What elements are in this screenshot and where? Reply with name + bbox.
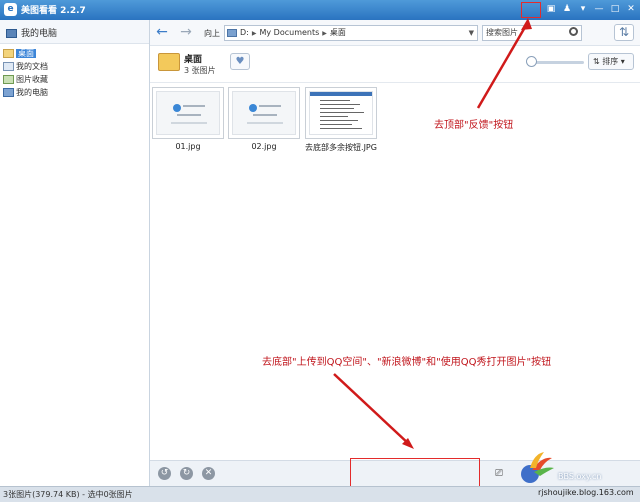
tree-item-label: 图片收藏 xyxy=(16,75,48,84)
text-line xyxy=(320,108,354,109)
watermark-site: BBS.oxy.cn xyxy=(558,472,602,481)
documents-icon xyxy=(3,62,14,71)
path-segment[interactable]: 桌面 xyxy=(330,28,346,37)
image-count: 3 张图片 xyxy=(184,66,216,75)
path-segment[interactable]: D: xyxy=(240,28,249,37)
sort-icon: ⇅ xyxy=(593,57,600,66)
text-line xyxy=(320,116,348,117)
sidebar: 我的电脑 桌面 我的文档 图片收藏 我的电脑 xyxy=(0,20,150,486)
thumbnail-label: 去底部多余按钮.JPG xyxy=(305,143,377,152)
folder-info-bar: 桌面 3 张图片 ♥ ⇅ 排序 ▾ xyxy=(150,47,640,83)
chevron-down-icon[interactable]: ▼ xyxy=(469,26,474,40)
folder-icon xyxy=(3,49,14,58)
tree-item-documents[interactable]: 我的文档 xyxy=(0,60,149,73)
search-input[interactable]: 搜索图片 xyxy=(482,25,582,41)
watermark-blog: rjshoujike.blog.163.com xyxy=(538,488,634,497)
text-line xyxy=(247,122,283,124)
app-logo-icon xyxy=(249,104,257,112)
heart-icon: ♥ xyxy=(235,56,245,67)
skin-button[interactable]: ▣ xyxy=(544,3,558,16)
bottom-annotation-text: 去底部"上传到QQ空间"、"新浪微博"和"使用QQ秀打开图片"按钮 xyxy=(262,357,552,368)
tree-item-pictures[interactable]: 图片收藏 xyxy=(0,73,149,86)
rotate-left-button[interactable]: ↺ xyxy=(158,467,171,480)
watermark-logo xyxy=(521,452,554,483)
text-line xyxy=(320,128,362,129)
thumbnail-label: 01.jpg xyxy=(175,142,201,151)
share-buttons-highlight-box xyxy=(350,458,480,488)
text-line xyxy=(320,120,358,121)
tree-item-label: 桌面 xyxy=(16,49,36,58)
thumbnail-label: 02.jpg xyxy=(251,142,277,151)
maximize-button[interactable]: □ xyxy=(608,3,622,16)
rotate-right-button[interactable]: ↻ xyxy=(180,467,193,480)
pictures-icon xyxy=(3,75,14,84)
text-line xyxy=(320,124,352,125)
path-separator-icon: ▶ xyxy=(251,30,257,37)
thumbnail-area: 01.jpg 02.jpg 去底部多余按钮.JPG xyxy=(150,84,640,460)
thumbnail[interactable] xyxy=(305,87,377,139)
sidebar-header-label: 我的电脑 xyxy=(21,29,58,39)
thumbnail-image xyxy=(309,91,373,135)
title-bar: e 美图看看 2.2.7 ▣ ♟ ▾ — □ ✕ xyxy=(0,0,640,20)
window-title: 美图看看 2.2.7 xyxy=(21,6,86,16)
text-line xyxy=(320,112,364,113)
tree-item-desktop[interactable]: 桌面 xyxy=(0,47,149,60)
tree-item-label: 我的文档 xyxy=(16,62,48,71)
back-button[interactable]: ← xyxy=(154,24,170,40)
thumbnail-image xyxy=(232,91,296,135)
text-line xyxy=(253,114,277,116)
feedback-highlight-box xyxy=(521,2,541,18)
computer-icon xyxy=(3,88,14,97)
window-bar xyxy=(310,92,372,96)
up-button[interactable]: 向上 xyxy=(204,28,220,39)
thumbnail-image xyxy=(156,91,220,135)
folder-tree: 桌面 我的文档 图片收藏 我的电脑 xyxy=(0,44,149,99)
drive-icon xyxy=(227,28,237,37)
app-logo-icon: e xyxy=(4,3,17,16)
search-placeholder: 搜索图片 xyxy=(486,28,518,37)
zoom-slider-handle[interactable] xyxy=(526,56,537,67)
forward-button[interactable]: → xyxy=(178,24,194,40)
shirt-icon[interactable]: ♟ xyxy=(560,3,574,16)
path-segment[interactable]: My Documents xyxy=(259,28,319,37)
text-line xyxy=(183,105,205,107)
sort-label: 排序 xyxy=(602,57,619,66)
sidebar-header[interactable]: 我的电脑 xyxy=(0,20,149,44)
thumbnail[interactable] xyxy=(228,87,300,139)
delete-button[interactable]: ✕ xyxy=(202,467,215,480)
favorite-button[interactable]: ♥ xyxy=(230,53,250,70)
path-bar[interactable]: D: ▶ My Documents ▶ 桌面 ▼ xyxy=(224,25,478,41)
folder-name: 桌面 xyxy=(184,55,203,65)
refresh-button[interactable]: ⇅ xyxy=(614,24,634,41)
path-separator-icon: ▶ xyxy=(322,30,327,37)
sort-button[interactable]: ⇅ 排序 ▾ xyxy=(588,53,634,70)
thumbnail[interactable] xyxy=(152,87,224,139)
text-line xyxy=(177,114,201,116)
menu-button[interactable]: ▾ xyxy=(576,3,590,16)
app-logo-icon xyxy=(173,104,181,112)
folder-icon xyxy=(158,53,180,71)
slideshow-button[interactable]: ⎚ xyxy=(490,465,508,482)
top-annotation-text: 去顶部"反馈"按钮 xyxy=(434,120,514,131)
computer-icon xyxy=(6,29,17,38)
chevron-down-icon: ▾ xyxy=(620,57,625,66)
nav-toolbar: ← → 向上 D: ▶ My Documents ▶ 桌面 ▼ 搜索图片 ⇅ xyxy=(150,20,640,46)
text-line xyxy=(320,100,350,101)
tree-item-computer[interactable]: 我的电脑 xyxy=(0,86,149,99)
minimize-button[interactable]: — xyxy=(592,3,606,16)
close-button[interactable]: ✕ xyxy=(624,3,638,16)
text-line xyxy=(259,105,281,107)
text-line xyxy=(171,122,207,124)
tree-item-label: 我的电脑 xyxy=(16,88,48,97)
search-icon[interactable] xyxy=(569,27,578,36)
text-line xyxy=(320,104,360,105)
